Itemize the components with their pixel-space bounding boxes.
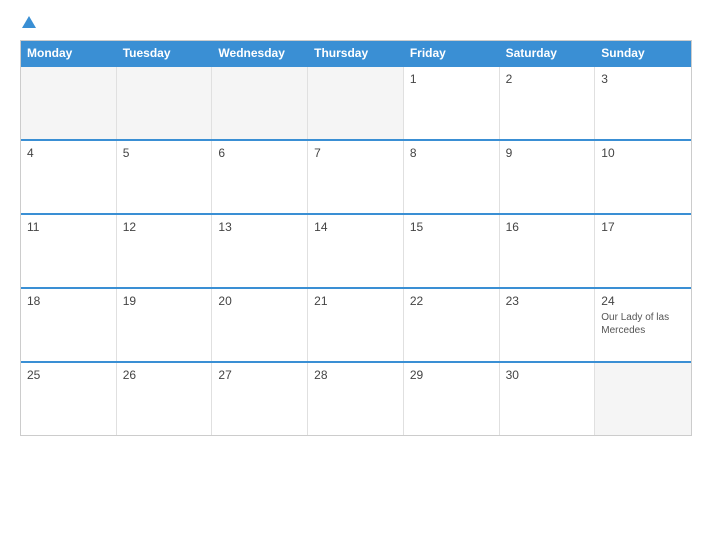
calendar-day-cell: 2 bbox=[500, 67, 596, 139]
day-number: 24 bbox=[601, 294, 685, 308]
day-number: 4 bbox=[27, 146, 110, 160]
calendar-page: MondayTuesdayWednesdayThursdayFridaySatu… bbox=[0, 0, 712, 550]
day-number: 13 bbox=[218, 220, 301, 234]
calendar-day-cell: 22 bbox=[404, 289, 500, 361]
calendar-day-cell: 10 bbox=[595, 141, 691, 213]
day-number: 16 bbox=[506, 220, 589, 234]
calendar-day-cell: 4 bbox=[21, 141, 117, 213]
calendar-day-cell: 6 bbox=[212, 141, 308, 213]
calendar-day-cell: 27 bbox=[212, 363, 308, 435]
calendar-day-cell: 12 bbox=[117, 215, 213, 287]
logo bbox=[20, 18, 36, 30]
calendar-day-cell: 16 bbox=[500, 215, 596, 287]
day-number: 8 bbox=[410, 146, 493, 160]
day-number: 3 bbox=[601, 72, 685, 86]
day-number: 14 bbox=[314, 220, 397, 234]
calendar-header-cell: Friday bbox=[404, 41, 500, 65]
calendar-week: 25 26 27 28 29 30 bbox=[21, 361, 691, 435]
calendar-header-cell: Wednesday bbox=[212, 41, 308, 65]
header bbox=[20, 18, 692, 30]
day-number: 7 bbox=[314, 146, 397, 160]
calendar-week: 456789 10 bbox=[21, 139, 691, 213]
calendar-day-cell: 5 bbox=[117, 141, 213, 213]
day-number: 12 bbox=[123, 220, 206, 234]
day-number: 19 bbox=[123, 294, 206, 308]
calendar-day-cell: 20 bbox=[212, 289, 308, 361]
calendar-header-cell: Saturday bbox=[500, 41, 596, 65]
day-number: 18 bbox=[27, 294, 110, 308]
calendar-day-cell bbox=[21, 67, 117, 139]
calendar-header-row: MondayTuesdayWednesdayThursdayFridaySatu… bbox=[21, 41, 691, 65]
calendar-day-cell: 15 bbox=[404, 215, 500, 287]
day-number: 2 bbox=[506, 72, 589, 86]
calendar-day-cell: 11 bbox=[21, 215, 117, 287]
day-number: 30 bbox=[506, 368, 589, 382]
calendar-header-cell: Monday bbox=[21, 41, 117, 65]
day-number: 25 bbox=[27, 368, 110, 382]
calendar-day-cell: 21 bbox=[308, 289, 404, 361]
holiday-label: Our Lady of las Mercedes bbox=[601, 311, 685, 337]
calendar-day-cell: 29 bbox=[404, 363, 500, 435]
day-number: 28 bbox=[314, 368, 397, 382]
calendar-day-cell: 18 bbox=[21, 289, 117, 361]
day-number: 27 bbox=[218, 368, 301, 382]
calendar-day-cell: 3 bbox=[595, 67, 691, 139]
logo-triangle-icon bbox=[22, 16, 36, 28]
day-number: 15 bbox=[410, 220, 493, 234]
day-number: 21 bbox=[314, 294, 397, 308]
calendar-header-cell: Thursday bbox=[308, 41, 404, 65]
calendar-day-cell: 28 bbox=[308, 363, 404, 435]
calendar-day-cell: 23 bbox=[500, 289, 596, 361]
day-number: 29 bbox=[410, 368, 493, 382]
calendar-day-cell: 14 bbox=[308, 215, 404, 287]
day-number: 26 bbox=[123, 368, 206, 382]
calendar-header-cell: Sunday bbox=[595, 41, 691, 65]
calendar-day-cell: 7 bbox=[308, 141, 404, 213]
calendar-day-cell: 17 bbox=[595, 215, 691, 287]
calendar-day-cell: 13 bbox=[212, 215, 308, 287]
calendar-week: 18 19 20 21 22 23 24 Our Lady of las Mercedes bbox=[21, 287, 691, 361]
calendar-header-cell: Tuesday bbox=[117, 41, 213, 65]
calendar-day-cell: 9 bbox=[500, 141, 596, 213]
calendar-day-cell: 30 bbox=[500, 363, 596, 435]
day-number: 20 bbox=[218, 294, 301, 308]
day-number: 6 bbox=[218, 146, 301, 160]
day-number: 9 bbox=[506, 146, 589, 160]
calendar-day-cell: 26 bbox=[117, 363, 213, 435]
calendar-day-cell: 19 bbox=[117, 289, 213, 361]
calendar-day-cell: 25 bbox=[21, 363, 117, 435]
calendar-day-cell: 24 Our Lady of las Mercedes bbox=[595, 289, 691, 361]
day-number: 17 bbox=[601, 220, 685, 234]
calendar-week: 123 bbox=[21, 65, 691, 139]
calendar-day-cell: 8 bbox=[404, 141, 500, 213]
day-number: 23 bbox=[506, 294, 589, 308]
day-number: 1 bbox=[410, 72, 493, 86]
calendar-day-cell bbox=[308, 67, 404, 139]
calendar-day-cell bbox=[117, 67, 213, 139]
day-number: 5 bbox=[123, 146, 206, 160]
calendar-day-cell: 1 bbox=[404, 67, 500, 139]
calendar-day-cell bbox=[212, 67, 308, 139]
calendar-week: 11 12 13 14 15 16 17 bbox=[21, 213, 691, 287]
day-number: 22 bbox=[410, 294, 493, 308]
calendar-grid: MondayTuesdayWednesdayThursdayFridaySatu… bbox=[20, 40, 692, 436]
calendar-day-cell bbox=[595, 363, 691, 435]
day-number: 10 bbox=[601, 146, 685, 160]
day-number: 11 bbox=[27, 220, 110, 234]
